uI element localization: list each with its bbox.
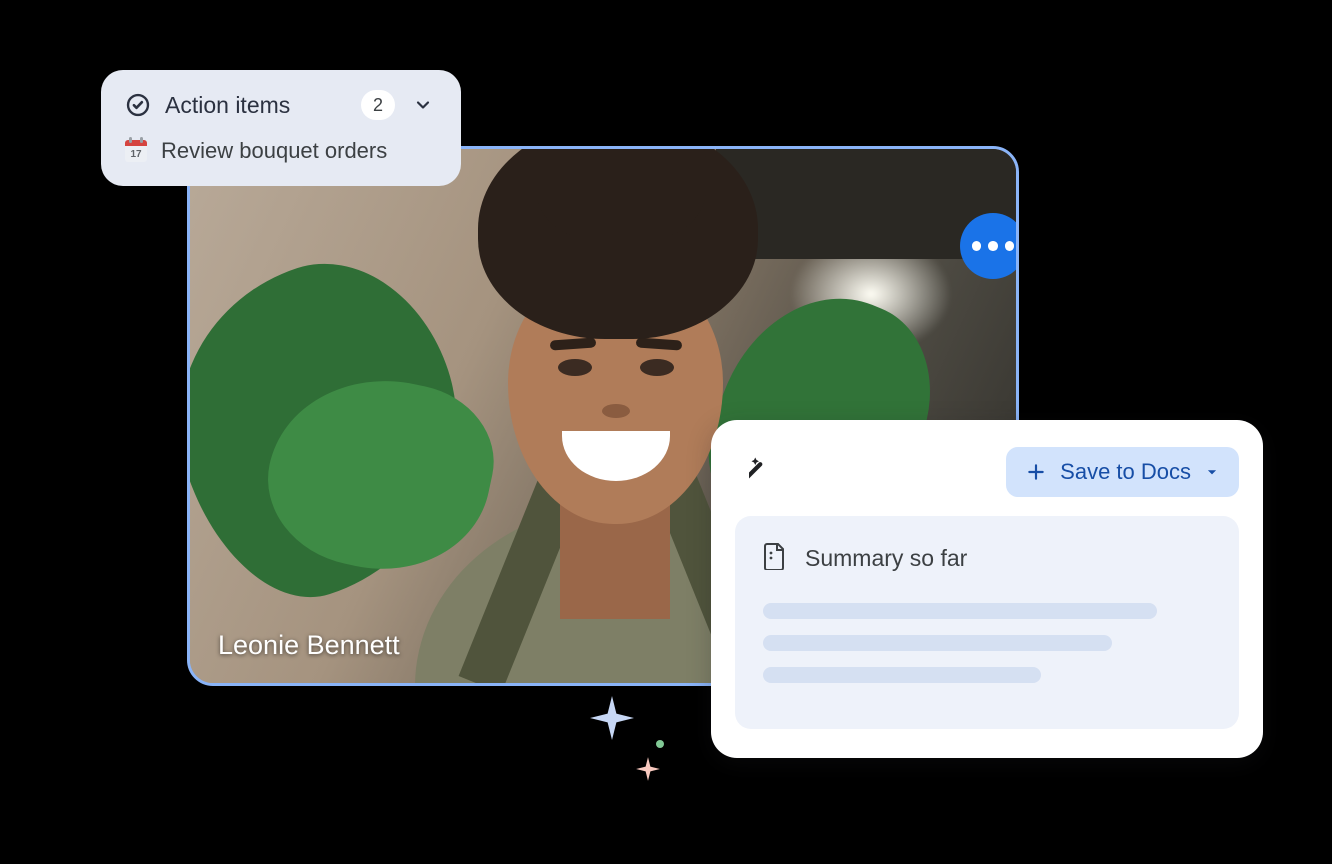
- action-items-card: Action items 2 17 Review bouquet orders: [101, 70, 461, 186]
- sparkle-icon: [635, 756, 661, 782]
- action-items-title: Action items: [165, 92, 347, 119]
- magic-wand-icon: [735, 455, 779, 490]
- checklist-icon: [125, 92, 151, 118]
- action-item-text: Review bouquet orders: [161, 138, 387, 164]
- calendar-icon: 17: [125, 140, 147, 162]
- participant-name: Leonie Bennett: [218, 630, 400, 661]
- action-items-count-badge: 2: [361, 90, 395, 120]
- save-to-docs-label: Save to Docs: [1060, 459, 1191, 485]
- placeholder-line: [763, 603, 1157, 619]
- sparkle-icon: [588, 694, 636, 742]
- sparkle-dot: [656, 740, 664, 748]
- document-icon: [763, 542, 787, 575]
- summary-title: Summary so far: [805, 545, 967, 572]
- dropdown-caret-icon: [1205, 459, 1219, 485]
- chevron-down-icon[interactable]: [409, 95, 437, 115]
- action-item[interactable]: 17 Review bouquet orders: [125, 138, 437, 164]
- action-items-header[interactable]: Action items 2: [125, 90, 437, 120]
- plus-icon: [1026, 462, 1046, 482]
- summary-card: Save to Docs Summary so far: [711, 420, 1263, 758]
- placeholder-line: [763, 667, 1041, 683]
- placeholder-line: [763, 635, 1112, 651]
- save-to-docs-button[interactable]: Save to Docs: [1006, 447, 1239, 497]
- summary-body: Summary so far: [735, 516, 1239, 729]
- dots-icon: [972, 241, 982, 251]
- summary-placeholder-lines: [763, 603, 1211, 683]
- more-options-button[interactable]: [960, 213, 1019, 279]
